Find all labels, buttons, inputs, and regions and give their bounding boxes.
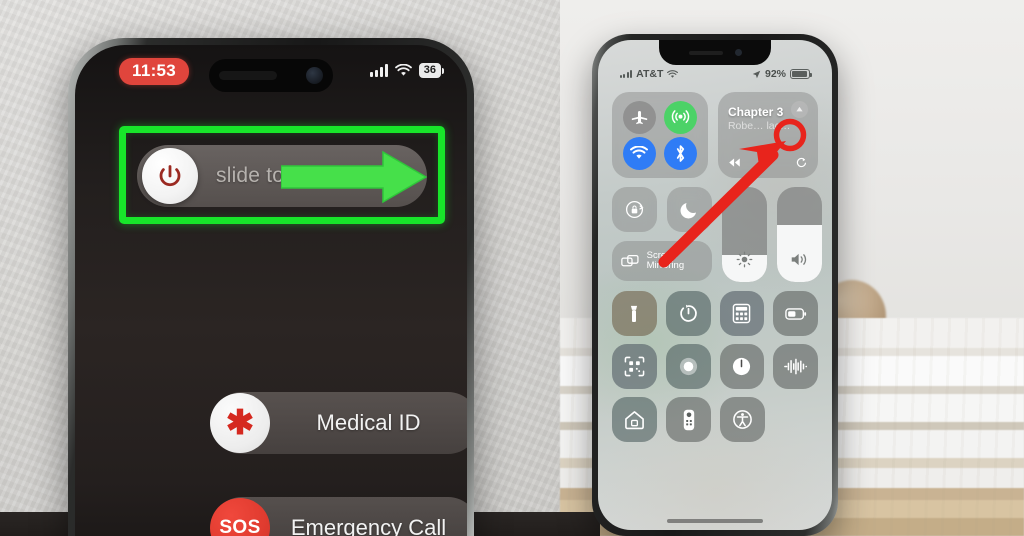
front-camera-icon <box>734 49 742 56</box>
volume-icon <box>777 251 822 273</box>
status-bar-right: 92% <box>752 68 812 80</box>
cellular-antenna-icon <box>671 109 690 123</box>
cc-sliders <box>722 187 822 282</box>
home-indicator <box>667 519 763 523</box>
alarm-button[interactable] <box>719 344 765 389</box>
wifi-icon <box>667 69 679 78</box>
cc-left-column: Screen Mirroring <box>612 187 712 282</box>
rewind-icon[interactable] <box>728 156 741 169</box>
shortcut-row-1 <box>612 291 818 336</box>
airplay-icon[interactable] <box>791 101 808 118</box>
cellular-signal-icon <box>620 70 633 78</box>
status-bar-left: AT&T <box>620 68 679 80</box>
carrier-label: AT&T <box>636 68 664 80</box>
forward-15-icon[interactable] <box>795 156 808 169</box>
rotation-lock-toggle[interactable] <box>612 187 657 232</box>
clock-icon <box>733 357 751 376</box>
power-off-screen: 11:53 36 slide to ✱ Medical ID SOS Emerg… <box>75 45 467 536</box>
low-power-mode-button[interactable] <box>773 291 818 336</box>
control-center-status-bar: AT&T 92% <box>598 68 832 80</box>
toggle-pair <box>612 187 712 232</box>
timer-button[interactable] <box>665 291 711 336</box>
notch <box>659 40 771 65</box>
medical-asterisk-icon: ✱ <box>210 393 270 453</box>
calculator-button[interactable] <box>719 291 765 336</box>
screen-mirroring-icon <box>621 254 639 266</box>
qr-code-icon <box>624 356 645 377</box>
flashlight-button[interactable] <box>612 291 657 336</box>
cc-row-middle: Screen Mirroring <box>612 187 822 282</box>
connectivity-module <box>612 92 708 178</box>
brightness-slider[interactable] <box>722 187 767 282</box>
status-bar-right: 36 <box>369 63 445 78</box>
airplane-icon <box>631 110 648 124</box>
front-camera-icon <box>306 67 323 84</box>
calculator-icon <box>733 303 751 324</box>
wifi-icon <box>630 146 649 159</box>
screenshot-scene: 11:53 36 slide to ✱ Medical ID SOS Emerg… <box>0 0 1024 536</box>
media-controls <box>718 155 818 170</box>
sos-icon: SOS <box>210 498 270 536</box>
moon-icon <box>680 202 697 219</box>
control-center-grid: Chapter 3 Robe… lac… Screen Mirroring <box>612 92 822 450</box>
wifi-toggle[interactable] <box>622 136 656 170</box>
cellular-signal-icon <box>369 64 388 77</box>
accessibility-button[interactable] <box>720 397 765 442</box>
screen-mirroring-label: Screen Mirroring <box>646 249 685 271</box>
cellular-data-toggle[interactable] <box>663 100 697 134</box>
medical-id-label: Medical ID <box>316 410 421 435</box>
power-slider-knob[interactable] <box>142 148 198 204</box>
battery-level-indicator: 36 <box>418 63 445 78</box>
waveform-icon <box>784 358 808 375</box>
earpiece-speaker-icon <box>219 71 277 80</box>
earpiece-speaker-icon <box>688 50 723 55</box>
media-player-module[interactable]: Chapter 3 Robe… lac… <box>717 92 818 178</box>
media-artist: Robe… lac… <box>727 120 791 132</box>
emergency-call-row[interactable]: SOS Emergency Call <box>210 497 467 536</box>
home-app-button[interactable] <box>612 397 657 442</box>
timer-icon <box>679 304 697 322</box>
home-icon <box>625 410 644 429</box>
status-bar-time: 11:53 <box>119 58 190 85</box>
iphone-control-center-device: AT&T 92% Chapter 3 Robe… lac… Screen Mir… <box>592 34 838 536</box>
power-icon <box>159 165 181 187</box>
brightness-icon <box>722 251 767 273</box>
record-icon <box>679 357 697 376</box>
apple-tv-remote-button[interactable] <box>666 397 711 442</box>
control-center-screen: AT&T 92% Chapter 3 Robe… lac… Screen Mir… <box>598 40 832 530</box>
battery-icon <box>784 307 806 320</box>
qr-scanner-button[interactable] <box>612 344 657 389</box>
cc-row-top: Chapter 3 Robe… lac… <box>612 92 818 178</box>
green-right-arrow-icon <box>281 150 427 204</box>
location-arrow-icon <box>752 70 761 78</box>
bluetooth-icon <box>676 144 685 162</box>
medical-id-row[interactable]: ✱ Medical ID <box>210 392 467 454</box>
volume-slider[interactable] <box>777 187 822 282</box>
screen-recording-button[interactable] <box>665 344 711 389</box>
rotation-lock-icon <box>625 200 644 219</box>
accessibility-icon <box>733 410 752 429</box>
airplane-mode-toggle[interactable] <box>622 100 656 134</box>
wifi-icon <box>394 64 412 76</box>
flashlight-icon <box>631 305 638 322</box>
shortcut-row-2 <box>612 344 818 389</box>
screen-mirroring-button[interactable]: Screen Mirroring <box>612 241 712 281</box>
battery-icon <box>790 69 812 79</box>
remote-icon <box>683 409 694 430</box>
play-icon[interactable] <box>760 155 775 170</box>
dynamic-island <box>209 59 333 92</box>
battery-percent-label: 92% <box>764 68 786 80</box>
emergency-call-label: Emergency Call <box>290 515 447 536</box>
bluetooth-toggle[interactable] <box>663 136 697 170</box>
iphone-power-off-device: 11:53 36 slide to ✱ Medical ID SOS Emerg… <box>68 38 474 536</box>
do-not-disturb-toggle[interactable] <box>667 187 712 232</box>
sound-recognition-button[interactable] <box>773 344 818 389</box>
shortcut-row-3 <box>612 397 818 442</box>
